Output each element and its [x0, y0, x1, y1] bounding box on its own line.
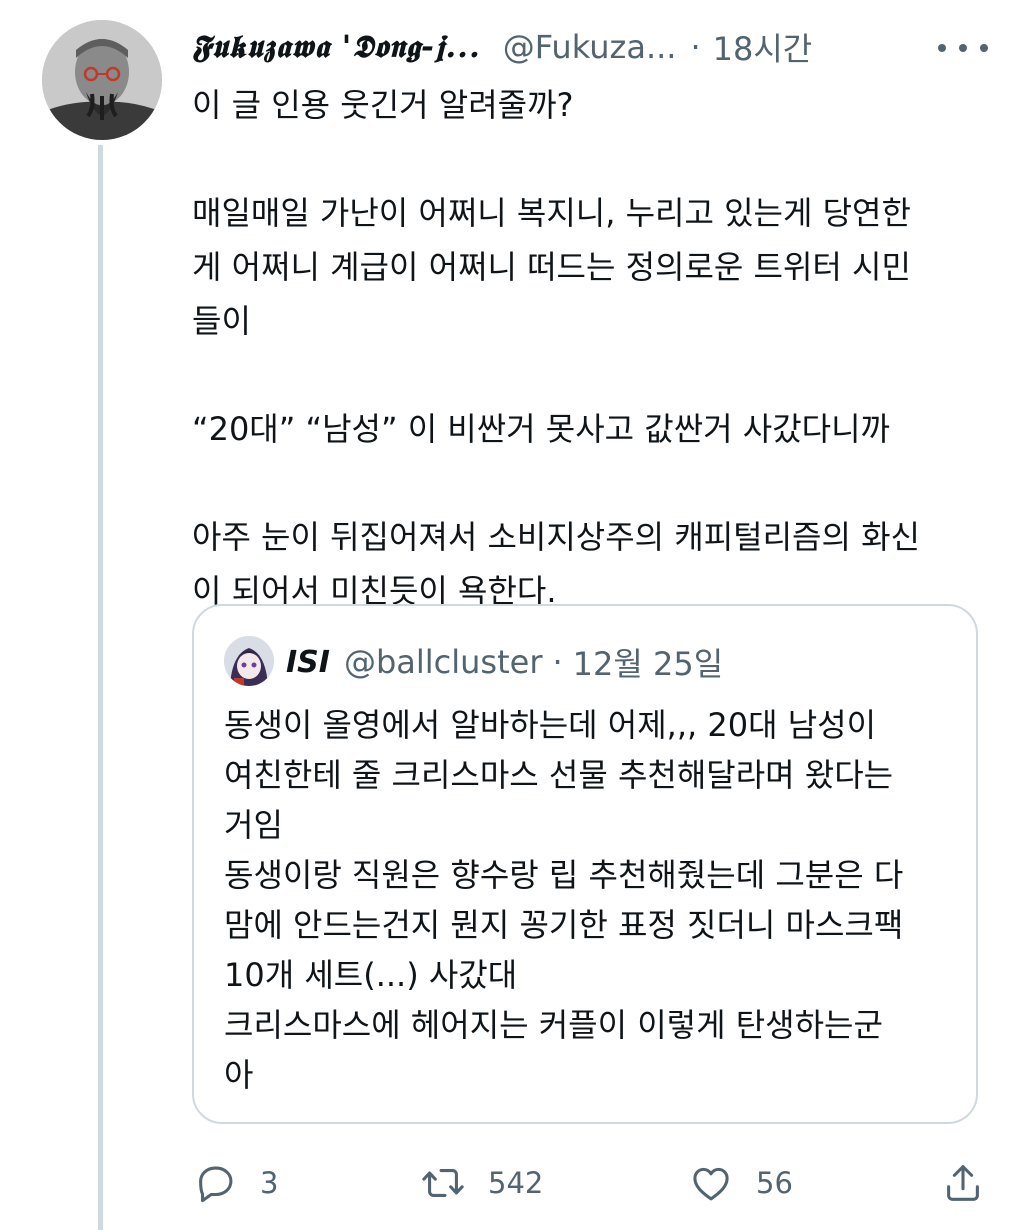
quoted-separator: ·	[552, 643, 563, 681]
retweet-count: 542	[488, 1166, 544, 1200]
author-display-name[interactable]: 𝕱𝖚𝖐𝖚𝖟𝖆𝖜𝖆 '𝕯𝖔𝖓𝖌-𝖏...	[192, 29, 481, 66]
header-separator: ·	[690, 28, 701, 66]
tweet-text-line: 들이	[192, 302, 251, 340]
action-bar: 3 542 56	[192, 1155, 992, 1211]
tweet-text-line: 이 글 인용 웃긴거 알려줄까?	[192, 86, 574, 124]
quoted-text: 동생이 올영에서 알바하는데 어제,,, 20대 남성이여친한테 줄 크리스마스…	[224, 700, 964, 1100]
heart-icon	[688, 1160, 734, 1206]
tweet-text-line: 매일매일 가난이 어쩌니 복지니, 누리고 있는게 당연한	[192, 194, 911, 232]
reply-icon	[192, 1160, 238, 1206]
like-button[interactable]: 56	[688, 1155, 793, 1211]
quoted-display-name[interactable]: ISI	[286, 645, 330, 680]
retweet-button[interactable]: 542	[420, 1155, 543, 1211]
tweet-text-line: “20대” “남성” 이 비싼거 못사고 값싼거 사갔다니까	[192, 410, 890, 448]
quoted-handle[interactable]: @ballcluster	[344, 643, 543, 681]
reply-button[interactable]: 3	[192, 1155, 278, 1211]
reply-count: 3	[260, 1166, 279, 1200]
tweet-text: 이 글 인용 웃긴거 알려줄까? 매일매일 가난이 어쩌니 복지니, 누리고 있는…	[192, 78, 992, 618]
quoted-text-line: 동생이 올영에서 알바하는데 어제,,, 20대 남성이	[224, 706, 877, 744]
quoted-text-line: 여친한테 줄 크리스마스 선물 추천해달라며 왔다는	[224, 756, 894, 794]
tweet-text-line: 아주 눈이 뒤집어져서 소비지상주의 캐피털리즘의 화신	[192, 518, 920, 556]
tweet-text-line: 게 어쩌니 계급이 어쩌니 떠드는 정의로운 트위터 시민	[192, 248, 911, 286]
quoted-text-line: 아	[224, 1056, 254, 1094]
quoted-text-line: 동생이랑 직원은 향수랑 립 추천해줬는데 그분은 다	[224, 856, 904, 894]
quoted-text-line: 거임	[224, 806, 283, 844]
quoted-text-line: 맘에 안드는건지 뭔지 꽁기한 표정 짓더니 마스크팩	[224, 906, 904, 944]
quoted-text-line: 10개 세트(...) 사갔대	[224, 956, 518, 994]
more-options-icon[interactable]	[938, 30, 988, 66]
retweet-icon	[420, 1160, 466, 1206]
avatar[interactable]	[42, 20, 162, 140]
quoted-avatar[interactable]	[224, 636, 274, 686]
tweet-time[interactable]: 18시간	[713, 24, 813, 70]
share-button[interactable]	[940, 1155, 986, 1211]
thread-line	[98, 145, 103, 1230]
share-icon	[940, 1160, 986, 1206]
quoted-header: ISI @ballcluster · 12월 25일	[286, 638, 723, 686]
tweet-header: 𝕱𝖚𝖐𝖚𝖟𝖆𝖜𝖆 '𝕯𝖔𝖓𝖌-𝖏... @Fukuza... · 18시간	[192, 22, 992, 72]
quoted-date[interactable]: 12월 25일	[573, 639, 724, 685]
quoted-tweet[interactable]: ISI @ballcluster · 12월 25일 동생이 올영에서 알바하는…	[192, 604, 978, 1124]
like-count: 56	[756, 1166, 793, 1200]
author-handle[interactable]: @Fukuza...	[503, 28, 677, 66]
quoted-text-line: 크리스마스에 헤어지는 커플이 이렇게 탄생하는군	[224, 1006, 883, 1044]
